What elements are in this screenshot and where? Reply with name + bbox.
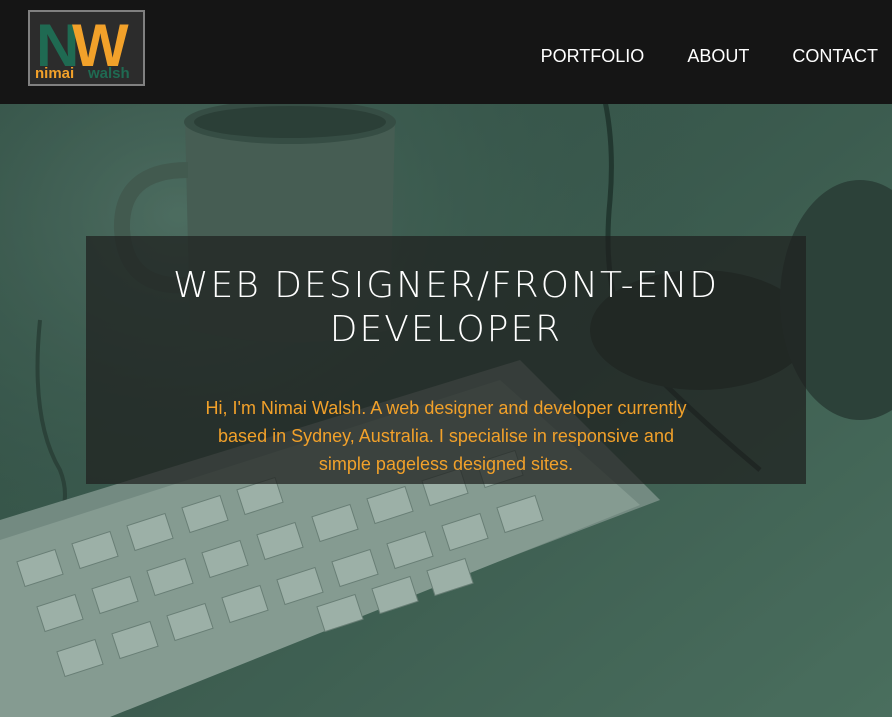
hero-title-line-1: WEB DESIGNER/FRONT-END [172,265,720,306]
hero-title: WEB DESIGNER/FRONT-END DEVELOPER [86,264,806,352]
nav-item-contact[interactable]: CONTACT [792,45,878,67]
hero-title-line-2: DEVELOPER [329,309,563,350]
nav-item-about[interactable]: ABOUT [687,45,749,67]
logo-first-name: nimai [35,65,75,82]
logo-last-name: walsh [88,65,130,82]
intro-panel: WEB DESIGNER/FRONT-END DEVELOPER Hi, I'm… [86,236,806,484]
nav-item-portfolio[interactable]: PORTFOLIO [541,45,645,67]
hero-intro-text: Hi, I'm Nimai Walsh. A web designer and … [205,398,687,474]
main-nav: PORTFOLIO ABOUT CONTACT [498,45,878,67]
navbar: N W nimai walsh PORTFOLIO ABOUT CONTACT [0,0,892,104]
site-logo[interactable]: N W nimai walsh [28,10,145,86]
